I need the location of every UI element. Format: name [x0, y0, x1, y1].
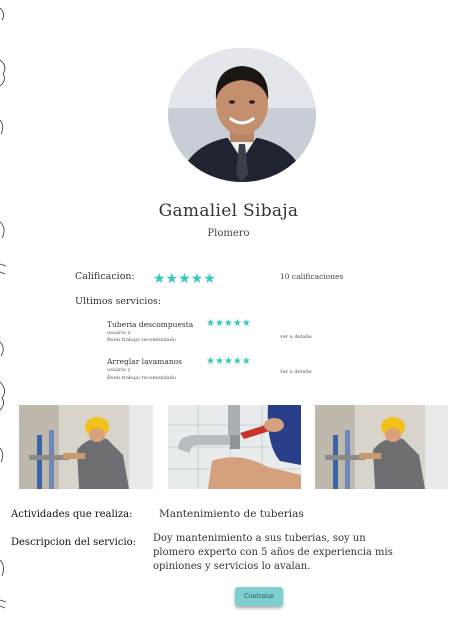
profile-role: Plomero	[207, 228, 250, 239]
work-photo-pipe	[168, 405, 301, 489]
description-value: Doy mantenimiento a sus tuberias, soy un…	[153, 533, 393, 572]
profile-name: Gamaliel Sibaja	[158, 201, 299, 221]
service-comment: Buen trabajo recomendado	[107, 375, 176, 381]
rating-count: 10 calificaciones	[280, 272, 344, 281]
service-user: usuario x	[107, 330, 131, 336]
rating-label: Calificacion:	[75, 271, 135, 282]
service-title: Tuberia descompuesta	[107, 320, 194, 329]
services-heading: Ultimos servicios:	[75, 296, 162, 307]
work-photo-plumber	[315, 405, 448, 489]
activities-value: Mantenimiento de tuberias	[159, 508, 304, 520]
service-stars: ★★★★★	[206, 318, 251, 329]
service-detail-link[interactable]: ver a detalle	[280, 369, 312, 375]
service-stars: ★★★★★	[206, 356, 251, 367]
contract-button[interactable]: Contratar	[235, 587, 283, 606]
work-photo-plumber	[19, 405, 153, 489]
rating-stars: ★★★★★	[153, 271, 216, 287]
decorative-border	[0, 7, 7, 609]
service-comment: Buen trabajo recomendado	[107, 337, 176, 343]
description-label: Descripcion del servicio:	[11, 537, 137, 548]
service-title: Arreglar lavamanos	[107, 357, 183, 366]
service-user: usuario y	[107, 367, 131, 373]
activities-label: Actividades que realiza:	[11, 509, 133, 520]
profile-avatar	[168, 48, 316, 182]
service-detail-link[interactable]: ver a detalle	[280, 334, 312, 340]
